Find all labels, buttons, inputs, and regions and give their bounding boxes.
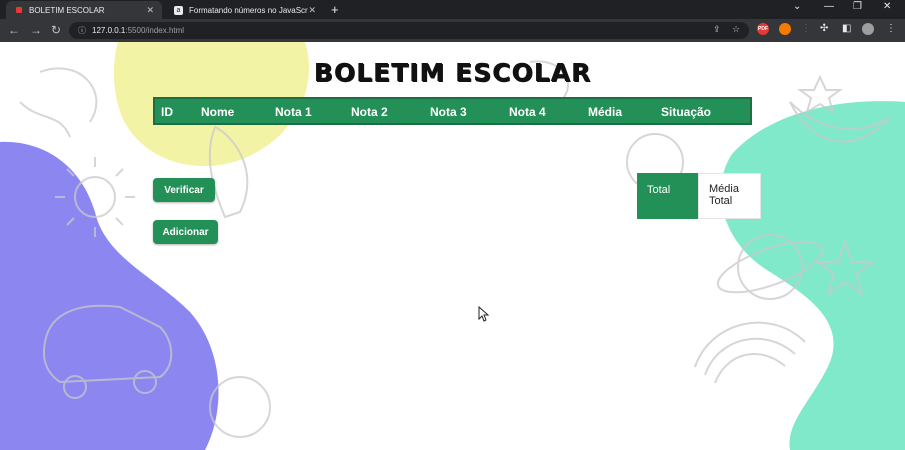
side-panel-icon[interactable]: ◧ [842,23,851,34]
close-window-icon[interactable]: ✕ [883,1,891,12]
column-header-nota-2: Nota 2 [351,105,388,119]
column-header-media: Média [588,105,623,119]
grade-table-header: ID Nome Nota 1 Nota 2 Nota 3 Nota 4 Médi… [153,97,752,125]
column-header-nota-4: Nota 4 [509,105,546,119]
close-tab-icon[interactable]: ✕ [146,5,154,16]
add-button[interactable]: Adicionar [153,220,218,244]
site-info-icon[interactable]: ⓘ [78,25,86,36]
pdf-extension-icon[interactable]: PDF [757,23,769,35]
browser-tab[interactable]: a Formatando números no JavaScr ✕ [166,1,324,19]
page-title: BOLETIM ESCOLAR [313,58,592,87]
total-value-line: Total [709,195,733,207]
favicon-icon [14,6,23,15]
extension-icon[interactable]: ⋮ [801,23,811,34]
close-tab-icon[interactable]: ✕ [308,5,316,16]
mint-blob [720,101,905,450]
column-header-nota-3: Nota 3 [430,105,467,119]
new-tab-icon[interactable]: + [331,2,339,17]
column-header-situacao: Situação [661,105,712,119]
address-bar[interactable]: ⓘ 127.0.0.1:5500/index.html [69,22,749,39]
favicon-icon: a [174,5,183,15]
tab-search-icon[interactable]: ⌄ [793,1,801,12]
total-panel: Total Média Total [637,173,761,219]
reload-icon[interactable]: ↻ [51,23,61,37]
page-viewport: BOLETIM ESCOLAR ID Nome Nota 1 Nota 2 No… [0,42,905,450]
tab-title: Formatando números no JavaScr [189,5,308,15]
extension-icon[interactable] [779,23,791,35]
column-header-nota-1: Nota 1 [275,105,312,119]
mouse-cursor-icon [478,306,490,322]
column-header-id: ID [161,105,173,119]
total-label: Total [637,173,698,219]
forward-icon[interactable]: → [30,23,42,37]
puzzle-extensions-icon[interactable]: ✣ [820,23,828,34]
browser-toolbar: ← → ↻ ⓘ 127.0.0.1:5500/index.html ⇪ ☆ PD… [0,19,905,42]
minimize-icon[interactable]: — [824,1,834,12]
browser-tab-bar: BOLETIM ESCOLAR ✕ a Formatando números n… [0,0,905,19]
browser-tab-active[interactable]: BOLETIM ESCOLAR ✕ [6,1,162,19]
verify-button[interactable]: Verificar [153,178,215,202]
tab-title: BOLETIM ESCOLAR [29,5,105,15]
rainbow-doodle-icon [694,321,806,384]
profile-avatar[interactable] [862,23,874,35]
url-text: 127.0.0.1:5500/index.html [92,26,185,35]
total-value-line: Média [709,183,739,195]
restore-icon[interactable]: ❐ [853,1,862,12]
share-icon[interactable]: ⇪ [713,24,721,35]
bookmark-star-icon[interactable]: ☆ [732,24,740,35]
menu-icon[interactable]: ⋮ [886,23,896,34]
column-header-nome: Nome [201,105,235,119]
back-icon[interactable]: ← [8,23,20,37]
total-average-value: Média Total [698,173,761,219]
